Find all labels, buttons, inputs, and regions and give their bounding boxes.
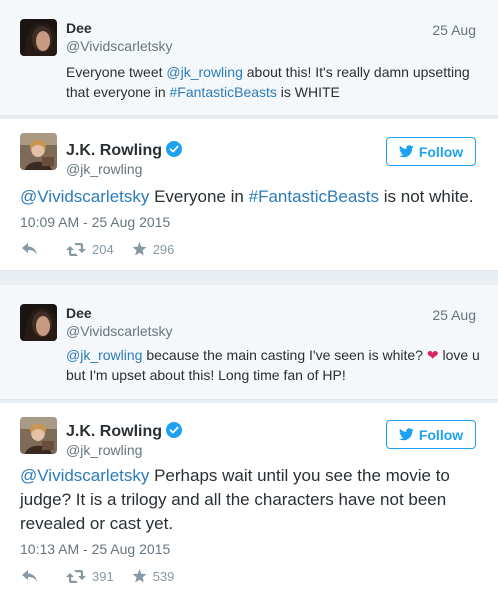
tweet-author-name[interactable]: Dee — [66, 305, 92, 321]
jk-rowling-avatar[interactable] — [20, 417, 57, 454]
retweet-button[interactable]: 204 — [66, 242, 114, 257]
reply-button[interactable] — [22, 570, 38, 582]
hashtag-link[interactable]: #FantasticBeasts — [249, 187, 379, 206]
tweet-actions: 204 296 — [22, 241, 174, 257]
retweet-icon — [66, 569, 86, 583]
hashtag-link[interactable]: #FantasticBeasts — [170, 84, 277, 100]
star-icon — [132, 569, 147, 583]
tweet-text-segment: is not white. — [379, 187, 474, 206]
tweet-text: Everyone tweet @jk_rowling about this! I… — [66, 62, 486, 102]
reply-tweet-2[interactable]: Dee @Vividscarletsky 25 Aug @jk_rowling … — [0, 285, 498, 400]
verified-badge-icon — [166, 141, 182, 157]
tweet-author-name[interactable]: J.K. Rowling — [66, 422, 182, 441]
reply-tweet-1[interactable]: Dee @Vividscarletsky 25 Aug Everyone twe… — [0, 0, 498, 116]
follow-button-label: Follow — [418, 426, 464, 443]
retweet-count: 204 — [92, 241, 114, 257]
star-icon — [132, 242, 147, 256]
tweet-date[interactable]: 25 Aug — [432, 22, 476, 38]
tweet-timestamp[interactable]: 10:13 AM - 25 Aug 2015 — [20, 541, 170, 557]
favorite-count: 539 — [152, 568, 175, 584]
tweet-author-name[interactable]: J.K. Rowling — [66, 141, 182, 160]
tweet-date[interactable]: 25 Aug — [432, 307, 476, 323]
tweet-timestamp[interactable]: 10:09 AM - 25 Aug 2015 — [20, 214, 170, 230]
follow-button[interactable]: Follow — [386, 137, 476, 166]
verified-badge-icon — [166, 422, 182, 438]
tweet-author-handle[interactable]: @Vividscarletsky — [66, 38, 173, 54]
reply-icon — [22, 243, 37, 255]
tweet-text: @Vividscarletsky Perhaps wait until you … — [20, 464, 490, 536]
author-name-label[interactable]: J.K. Rowling — [66, 423, 162, 440]
dee-avatar[interactable] — [20, 19, 57, 56]
retweet-count: 391 — [92, 568, 114, 584]
favorite-button[interactable]: 539 — [132, 568, 175, 584]
main-tweet-2[interactable]: J.K. Rowling @jk_rowling Follow @Vividsc… — [0, 403, 498, 602]
follow-button[interactable]: Follow — [386, 420, 476, 449]
main-tweet-1[interactable]: J.K. Rowling @jk_rowling Follow @Vividsc… — [0, 119, 498, 271]
tweet-author-handle[interactable]: @Vividscarletsky — [66, 323, 173, 339]
favorite-count: 296 — [152, 241, 175, 257]
bird-icon — [398, 145, 414, 158]
tweet-text-segment: Everyone in — [149, 187, 249, 206]
mention-link[interactable]: @jk_rowling — [166, 64, 242, 80]
tweet-text-segment: is WHITE — [276, 84, 340, 100]
tweet-actions: 391 539 — [22, 568, 174, 584]
dee-avatar[interactable] — [20, 304, 57, 341]
tweet-text: @jk_rowling because the main casting I'v… — [66, 345, 486, 385]
tweet-author-handle[interactable]: @jk_rowling — [66, 161, 142, 177]
tweet-text: @Vividscarletsky Everyone in #FantasticB… — [20, 185, 490, 209]
author-name-label[interactable]: J.K. Rowling — [66, 142, 162, 159]
favorite-button[interactable]: 296 — [132, 241, 175, 257]
reply-icon — [22, 570, 37, 582]
tweet-text-segment: Everyone tweet — [66, 64, 167, 80]
heart-emoji: ❤ — [426, 347, 439, 363]
retweet-icon — [66, 242, 86, 256]
tweet-author-handle[interactable]: @jk_rowling — [66, 442, 142, 458]
bird-icon — [398, 428, 414, 441]
separator — [0, 271, 498, 285]
follow-button-label: Follow — [418, 143, 464, 160]
mention-link[interactable]: @Vividscarletsky — [20, 466, 149, 485]
mention-link[interactable]: @jk_rowling — [66, 347, 142, 363]
tweet-text-segment: because the main casting I've seen is wh… — [142, 347, 427, 363]
reply-button[interactable] — [22, 243, 38, 255]
tweet-author-name[interactable]: Dee — [66, 20, 92, 36]
retweet-button[interactable]: 391 — [66, 569, 114, 584]
jk-rowling-avatar[interactable] — [20, 133, 57, 170]
mention-link[interactable]: @Vividscarletsky — [20, 187, 149, 206]
